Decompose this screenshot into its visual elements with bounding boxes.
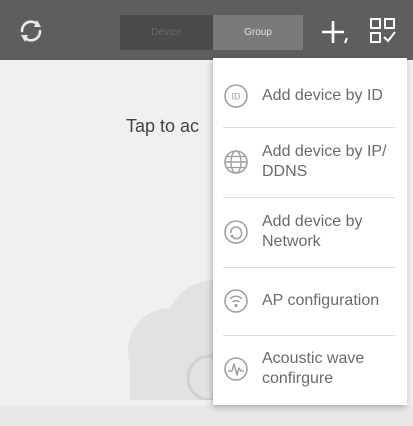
globe-icon [224,150,248,174]
tab-group[interactable]: Group [213,15,303,50]
menu-item-add-by-id[interactable]: ID Add device by ID [213,66,407,126]
add-device-menu: ID Add device by ID Add device by IP/ DD… [213,58,407,405]
menu-item-ap-configuration[interactable]: AP configuration [213,268,407,334]
sound-wave-icon [224,357,248,381]
svg-text:ID: ID [232,92,242,102]
device-list-icon[interactable] [368,16,398,46]
menu-item-add-by-id-label: Add device by ID [262,87,383,104]
menu-item-add-by-ip[interactable]: Add device by IP/ DDNS [213,128,407,196]
wifi-icon [224,289,248,313]
device-group-switch: Device Group [120,15,303,50]
menu-item-acoustic-wave-label: Acoustic wave confirgure [262,350,365,387]
menu-item-add-by-network[interactable]: Add device by Network [213,198,407,266]
app-window: Device Group Tap to ac ID Add device by … [0,0,413,426]
top-bar: Device Group [0,0,413,60]
tab-group-label: Group [244,27,272,38]
menu-item-add-by-network-label: Add device by Network [262,213,363,250]
id-icon: ID [224,84,248,108]
bottom-bar [0,405,413,426]
menu-item-add-by-ip-label: Add device by IP/ DDNS [262,143,387,180]
tab-device[interactable]: Device [120,15,213,50]
add-icon[interactable] [320,18,350,48]
network-icon [224,220,248,244]
empty-hint-text: Tap to ac [126,116,200,136]
menu-item-acoustic-wave[interactable]: Acoustic wave confirgure [213,336,407,402]
tab-device-label: Device [151,27,182,38]
refresh-icon[interactable] [16,16,46,46]
menu-item-ap-configuration-label: AP configuration [262,292,380,309]
